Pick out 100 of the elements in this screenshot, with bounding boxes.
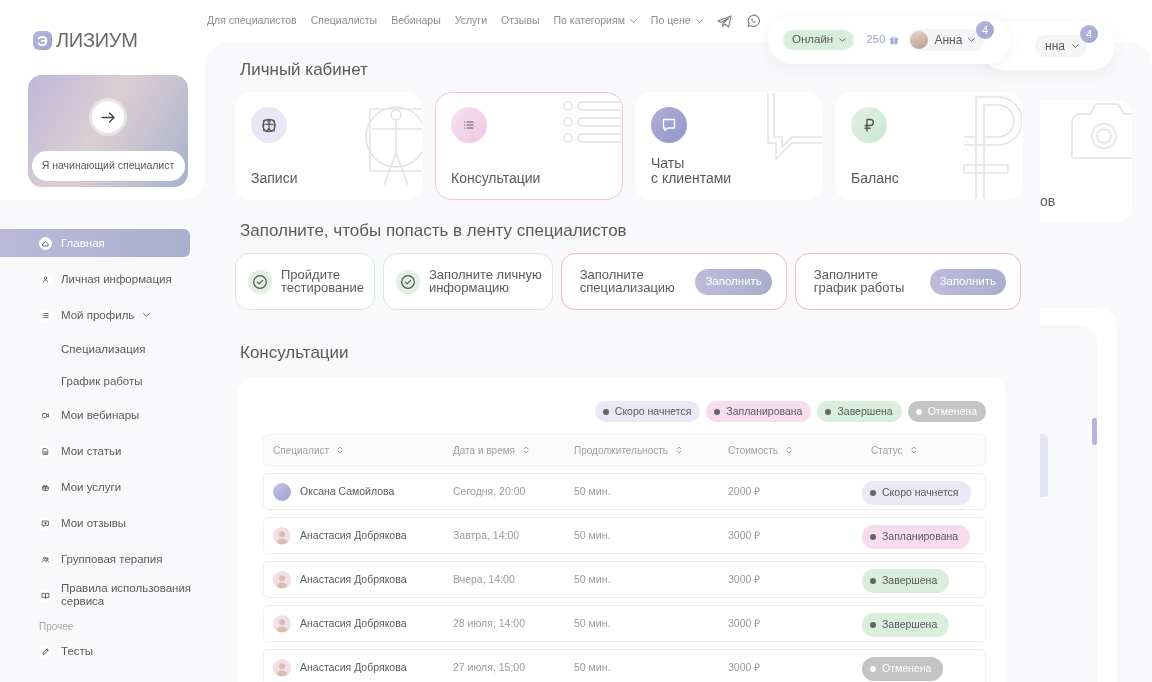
- specialist-name: Анастасия Добрякова: [300, 659, 407, 675]
- nav-link[interactable]: Услуги: [454, 13, 488, 29]
- figure-icon: [251, 107, 287, 143]
- user-silhouette-icon: [273, 570, 291, 589]
- logo-text: ЛИЗИУМ: [56, 30, 138, 50]
- status-filter[interactable]: Завершена: [817, 401, 902, 422]
- sidebar-item[interactable]: Мои услуги: [0, 473, 190, 501]
- user-menu[interactable]: нна: [1035, 35, 1087, 57]
- specialist-name: Анастасия Добрякова: [300, 527, 407, 543]
- person-icon: [39, 272, 52, 286]
- nav-link[interactable]: Для специалистов: [207, 13, 297, 29]
- check-circle-icon: [248, 269, 272, 294]
- sidebar-item[interactable]: Мои статьи: [0, 437, 190, 465]
- user-silhouette-icon: [273, 526, 291, 545]
- group-icon: [39, 552, 52, 566]
- arrow-right-icon: [101, 111, 115, 123]
- sidebar-item[interactable]: Правила использования сервиса: [0, 581, 205, 609]
- dot-icon: [870, 489, 876, 496]
- logo-mark: Э: [33, 30, 52, 50]
- dot-icon: [870, 665, 876, 672]
- status-label: Завершена: [882, 572, 938, 588]
- status-label: Завершена: [882, 616, 938, 632]
- chevron-icon: [968, 38, 976, 42]
- nav-link[interactable]: По цене: [650, 13, 703, 29]
- video-camera-icon: [39, 408, 52, 422]
- user-silhouette-icon: [273, 658, 291, 677]
- status-dropdown[interactable]: Онлайн: [783, 30, 855, 50]
- status-label: Скоро начнется: [882, 484, 959, 500]
- nav-link[interactable]: Вебинары: [391, 13, 441, 29]
- list-icon: [451, 107, 487, 143]
- nav-link[interactable]: Отзывы: [501, 13, 540, 29]
- chat-outline-icon: [764, 93, 822, 163]
- table-cell-text: 3000 ₽: [727, 615, 761, 631]
- dashboard-card[interactable]: Записи: [235, 92, 423, 200]
- home-icon: [39, 236, 52, 250]
- table-row[interactable]: Оксана Самойлова Сегодня, 20:00 50 мин. 2000 ₽ Скоро начнется: [263, 473, 986, 510]
- sidebar-item[interactable]: Специализация: [0, 337, 190, 361]
- sidebar-item[interactable]: Мои отзывы: [0, 509, 190, 537]
- document-icon: [39, 444, 52, 458]
- table-cell-text: 50 мин.: [573, 571, 611, 587]
- table-cell-text: 3000 ₽: [727, 527, 761, 543]
- list-outline-icon: [560, 98, 622, 144]
- sort-icon: [786, 445, 793, 455]
- notification-badge: 4: [976, 21, 994, 39]
- gift-icon: [39, 480, 52, 494]
- pencil-icon: [39, 644, 52, 658]
- table-cell-text: Завтра, 14:00: [452, 527, 520, 543]
- page-title: Личный кабинет: [240, 60, 369, 80]
- step-label: Заполните специализацию: [579, 269, 675, 294]
- avatar-placeholder: [910, 31, 929, 49]
- table-row[interactable]: Анастасия Добрякова Завтра, 14:00 50 мин. 3000 ₽ Запланирована: [263, 517, 986, 554]
- table-cell-text: 27 июля, 15:00: [452, 659, 526, 675]
- sidebar-item[interactable]: Личная информация: [0, 265, 190, 293]
- sort-icon: [523, 445, 529, 455]
- chat-icon: [651, 107, 687, 143]
- table-cell-text: 50 мин.: [573, 615, 611, 631]
- table-row[interactable]: Анастасия Добрякова Вчера, 14:00 50 мин. 3000 ₽ Завершена: [263, 561, 986, 598]
- promo-label[interactable]: Я начинающий специалист: [31, 151, 185, 181]
- scrollbar-thumb[interactable]: [1092, 418, 1097, 445]
- section-label: Прочее: [38, 621, 75, 633]
- camera-outline-icon: [1068, 100, 1132, 162]
- sort-icon: [337, 445, 344, 455]
- step-label: Пройдите тестирование: [281, 269, 364, 294]
- sidebar-item[interactable]: Мой профиль: [0, 301, 190, 329]
- card-label: ов: [1040, 194, 1057, 209]
- specialist-name: Анастасия Добрякова: [300, 615, 407, 631]
- status-filter[interactable]: Запланирована: [706, 401, 812, 422]
- sidebar-item[interactable]: Групповая терапия: [0, 545, 190, 573]
- chat-icon: [39, 516, 52, 530]
- table-row[interactable]: Анастасия Добрякова 28 июля, 14:00 50 мин. 3000 ₽ Завершена: [263, 605, 986, 642]
- paper-plane-icon[interactable]: [716, 14, 732, 28]
- dot-icon: [915, 408, 922, 415]
- chevron-icon: [695, 19, 703, 23]
- table-cell-text: 2000 ₽: [727, 483, 761, 499]
- status-filter[interactable]: Скоро начнется: [594, 401, 701, 422]
- ruble-icon: [851, 107, 887, 143]
- nav-link[interactable]: Специалисты: [310, 13, 378, 29]
- sidebar-item[interactable]: Мои вебинары: [0, 401, 190, 429]
- gift-icon: [889, 35, 900, 45]
- sidebar-item[interactable]: Тесты: [0, 637, 190, 665]
- table-cell-text: 3000 ₽: [727, 659, 761, 675]
- table-row[interactable]: Анастасия Добрякова 27 июля, 15:00 50 мин. 3000 ₽ Отменена: [263, 649, 986, 682]
- table-cell-text: 50 мин.: [573, 483, 611, 499]
- dashboard-card[interactable]: Чаты с клиентами: [635, 92, 823, 200]
- nav-link[interactable]: По категориям: [553, 13, 637, 29]
- sidebar-item[interactable]: График работы: [0, 369, 190, 393]
- table-cell-text: 50 мин.: [573, 659, 611, 675]
- table-cell-text: 50 мин.: [573, 527, 611, 543]
- book-icon: [39, 588, 52, 602]
- user-silhouette-icon: [273, 614, 291, 633]
- step-label: Заполните личную информацию: [428, 269, 542, 294]
- dashboard-card[interactable]: Консультации: [435, 92, 623, 200]
- phone-bubble-icon[interactable]: [745, 14, 760, 28]
- dot-icon: [870, 621, 876, 628]
- chevron-icon: [1072, 44, 1079, 48]
- specialist-name: Анастасия Добрякова: [300, 571, 407, 587]
- dashboard-card[interactable]: Баланс: [835, 92, 1023, 200]
- check-circle-icon: [395, 269, 420, 294]
- section-title: Заполните, чтобы попасть в ленту специалистов: [240, 220, 628, 242]
- dot-icon: [602, 408, 609, 415]
